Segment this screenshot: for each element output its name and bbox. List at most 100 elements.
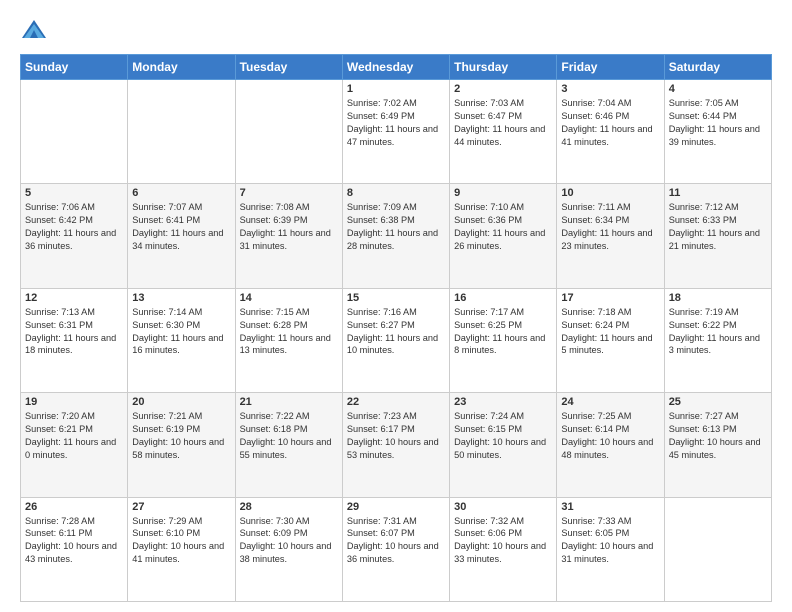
day-number: 28 — [240, 501, 338, 513]
day-info: Sunrise: 7:24 AMSunset: 6:15 PMDaylight:… — [454, 410, 552, 462]
day-info: Sunrise: 7:02 AMSunset: 6:49 PMDaylight:… — [347, 97, 445, 149]
calendar-cell: 15 Sunrise: 7:16 AMSunset: 6:27 PMDayligh… — [342, 288, 449, 392]
day-info: Sunrise: 7:03 AMSunset: 6:47 PMDaylight:… — [454, 97, 552, 149]
day-number: 4 — [669, 83, 767, 95]
day-info: Sunrise: 7:21 AMSunset: 6:19 PMDaylight:… — [132, 410, 230, 462]
calendar-header-tuesday: Tuesday — [235, 55, 342, 80]
calendar-cell: 12Sunrise: 7:13 AMSunset: 6:31 PMDayligh… — [21, 288, 128, 392]
calendar-cell: 1Sunrise: 7:02 AMSunset: 6:49 PMDaylight… — [342, 80, 449, 184]
calendar-cell: 17Sunrise: 7:18 AMSunset: 6:24 PMDayligh… — [557, 288, 664, 392]
day-info: Sunrise: 7:12 AMSunset: 6:33 PMDaylight:… — [669, 201, 767, 253]
day-info: Sunrise: 7:09 AMSunset: 6:38 PMDaylight:… — [347, 201, 445, 253]
calendar-cell: 16 Sunrise: 7:17 AMSunset: 6:25 PMDayligh… — [450, 288, 557, 392]
page: SundayMondayTuesdayWednesdayThursdayFrid… — [0, 0, 792, 612]
day-number: 13 — [132, 292, 230, 304]
calendar-cell: 25 Sunrise: 7:27 AMSunset: 6:13 PMDayligh… — [664, 393, 771, 497]
day-number: 15 — [347, 292, 445, 304]
day-number: 7 — [240, 187, 338, 199]
calendar-row: 19 Sunrise: 7:20 AMSunset: 6:21 PMDayligh… — [21, 393, 772, 497]
calendar-header-thursday: Thursday — [450, 55, 557, 80]
day-info: Sunrise: 7:22 AMSunset: 6:18 PMDaylight:… — [240, 410, 338, 462]
day-info: Sunrise: 7:08 AMSunset: 6:39 PMDaylight:… — [240, 201, 338, 253]
calendar-cell: 8 Sunrise: 7:09 AMSunset: 6:38 PMDaylight… — [342, 184, 449, 288]
day-info: Sunrise: 7:17 AMSunset: 6:25 PMDaylight:… — [454, 306, 552, 358]
day-info: Sunrise: 7:04 AMSunset: 6:46 PMDaylight:… — [561, 97, 659, 149]
day-info: Sunrise: 7:14 AMSunset: 6:30 PMDaylight:… — [132, 306, 230, 358]
calendar-cell: 2 Sunrise: 7:03 AMSunset: 6:47 PMDaylight… — [450, 80, 557, 184]
calendar-cell: 11 Sunrise: 7:12 AMSunset: 6:33 PMDayligh… — [664, 184, 771, 288]
day-info: Sunrise: 7:10 AMSunset: 6:36 PMDaylight:… — [454, 201, 552, 253]
calendar-cell: 19 Sunrise: 7:20 AMSunset: 6:21 PMDayligh… — [21, 393, 128, 497]
calendar-cell: 7 Sunrise: 7:08 AMSunset: 6:39 PMDaylight… — [235, 184, 342, 288]
day-info: Sunrise: 7:07 AMSunset: 6:41 PMDaylight:… — [132, 201, 230, 253]
calendar-cell: 29Sunrise: 7:31 AMSunset: 6:07 PMDayligh… — [342, 497, 449, 601]
calendar-cell: 14Sunrise: 7:15 AMSunset: 6:28 PMDayligh… — [235, 288, 342, 392]
day-info: Sunrise: 7:28 AMSunset: 6:11 PMDaylight:… — [25, 515, 123, 567]
calendar-cell: 18Sunrise: 7:19 AMSunset: 6:22 PMDayligh… — [664, 288, 771, 392]
day-number: 5 — [25, 187, 123, 199]
day-info: Sunrise: 7:33 AMSunset: 6:05 PMDaylight:… — [561, 515, 659, 567]
day-info: Sunrise: 7:05 AMSunset: 6:44 PMDaylight:… — [669, 97, 767, 149]
calendar-cell: 10 Sunrise: 7:11 AMSunset: 6:34 PMDayligh… — [557, 184, 664, 288]
day-number: 31 — [561, 501, 659, 513]
day-number: 30 — [454, 501, 552, 513]
day-info: Sunrise: 7:11 AMSunset: 6:34 PMDaylight:… — [561, 201, 659, 253]
day-number: 10 — [561, 187, 659, 199]
calendar-header-row: SundayMondayTuesdayWednesdayThursdayFrid… — [21, 55, 772, 80]
day-info: Sunrise: 7:23 AMSunset: 6:17 PMDaylight:… — [347, 410, 445, 462]
calendar-row: 26 Sunrise: 7:28 AMSunset: 6:11 PMDayligh… — [21, 497, 772, 601]
day-number: 24 — [561, 396, 659, 408]
day-number: 25 — [669, 396, 767, 408]
calendar-header-monday: Monday — [128, 55, 235, 80]
day-number: 26 — [25, 501, 123, 513]
day-number: 29 — [347, 501, 445, 513]
day-info: Sunrise: 7:32 AMSunset: 6:06 PMDaylight:… — [454, 515, 552, 567]
calendar-cell: 4 Sunrise: 7:05 AMSunset: 6:44 PMDaylight… — [664, 80, 771, 184]
calendar-cell: 30 Sunrise: 7:32 AMSunset: 6:06 PMDayligh… — [450, 497, 557, 601]
calendar-table: SundayMondayTuesdayWednesdayThursdayFrid… — [20, 54, 772, 602]
calendar-cell: 27Sunrise: 7:29 AMSunset: 6:10 PMDayligh… — [128, 497, 235, 601]
calendar-cell: 22 Sunrise: 7:23 AMSunset: 6:17 PMDayligh… — [342, 393, 449, 497]
day-number: 3 — [561, 83, 659, 95]
calendar-cell — [128, 80, 235, 184]
day-info: Sunrise: 7:30 AMSunset: 6:09 PMDaylight:… — [240, 515, 338, 567]
calendar-cell: 3 Sunrise: 7:04 AMSunset: 6:46 PMDaylight… — [557, 80, 664, 184]
day-info: Sunrise: 7:16 AMSunset: 6:27 PMDaylight:… — [347, 306, 445, 358]
calendar-row: 12Sunrise: 7:13 AMSunset: 6:31 PMDayligh… — [21, 288, 772, 392]
logo — [20, 16, 52, 44]
day-number: 8 — [347, 187, 445, 199]
day-number: 2 — [454, 83, 552, 95]
calendar-header-friday: Friday — [557, 55, 664, 80]
day-number: 14 — [240, 292, 338, 304]
calendar-header-saturday: Saturday — [664, 55, 771, 80]
header — [20, 16, 772, 44]
day-number: 21 — [240, 396, 338, 408]
calendar-row: 1Sunrise: 7:02 AMSunset: 6:49 PMDaylight… — [21, 80, 772, 184]
day-number: 19 — [25, 396, 123, 408]
calendar-cell: 6Sunrise: 7:07 AMSunset: 6:41 PMDaylight… — [128, 184, 235, 288]
day-info: Sunrise: 7:25 AMSunset: 6:14 PMDaylight:… — [561, 410, 659, 462]
day-number: 16 — [454, 292, 552, 304]
calendar-cell: 31 Sunrise: 7:33 AMSunset: 6:05 PMDayligh… — [557, 497, 664, 601]
day-number: 20 — [132, 396, 230, 408]
calendar-cell: 9 Sunrise: 7:10 AMSunset: 6:36 PMDaylight… — [450, 184, 557, 288]
day-number: 9 — [454, 187, 552, 199]
calendar-cell — [664, 497, 771, 601]
day-info: Sunrise: 7:27 AMSunset: 6:13 PMDaylight:… — [669, 410, 767, 462]
day-info: Sunrise: 7:20 AMSunset: 6:21 PMDaylight:… — [25, 410, 123, 462]
calendar-header-wednesday: Wednesday — [342, 55, 449, 80]
calendar-cell: 23 Sunrise: 7:24 AMSunset: 6:15 PMDayligh… — [450, 393, 557, 497]
calendar-cell: 26 Sunrise: 7:28 AMSunset: 6:11 PMDayligh… — [21, 497, 128, 601]
logo-icon — [20, 16, 48, 44]
day-info: Sunrise: 7:18 AMSunset: 6:24 PMDaylight:… — [561, 306, 659, 358]
day-info: Sunrise: 7:19 AMSunset: 6:22 PMDaylight:… — [669, 306, 767, 358]
calendar-cell — [235, 80, 342, 184]
day-number: 11 — [669, 187, 767, 199]
day-number: 23 — [454, 396, 552, 408]
calendar-cell: 21 Sunrise: 7:22 AMSunset: 6:18 PMDayligh… — [235, 393, 342, 497]
day-info: Sunrise: 7:06 AMSunset: 6:42 PMDaylight:… — [25, 201, 123, 253]
calendar-cell — [21, 80, 128, 184]
day-info: Sunrise: 7:13 AMSunset: 6:31 PMDaylight:… — [25, 306, 123, 358]
day-number: 22 — [347, 396, 445, 408]
calendar-row: 5 Sunrise: 7:06 AMSunset: 6:42 PMDaylight… — [21, 184, 772, 288]
